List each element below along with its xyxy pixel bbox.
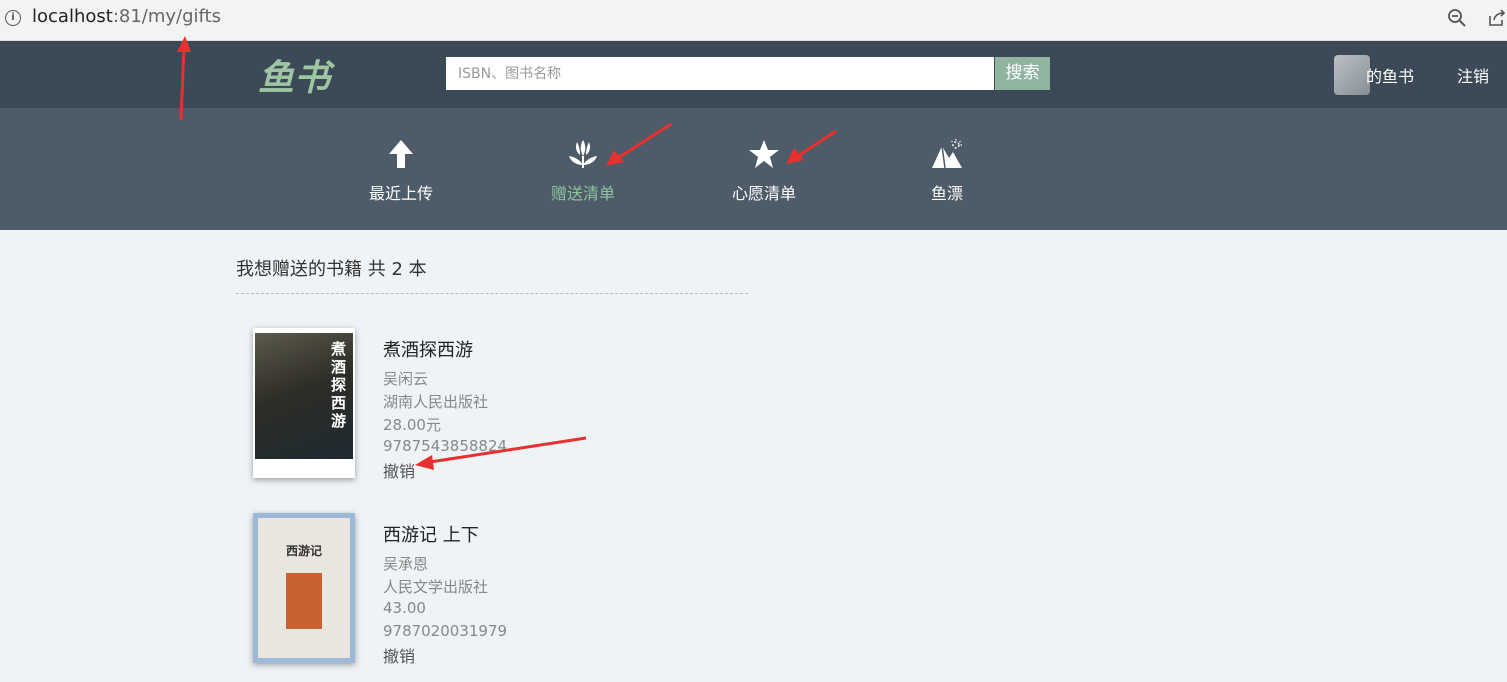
book-price: 43.00 <box>383 599 426 617</box>
share-icon[interactable] <box>1487 8 1507 28</box>
search-input[interactable] <box>446 57 994 90</box>
info-icon[interactable]: i <box>5 10 21 26</box>
site-logo[interactable]: 鱼书 <box>258 49 330 101</box>
site-header: 鱼书 搜索 的鱼书 注销 <box>0 41 1507 108</box>
book-price: 28.00元 <box>383 416 441 434</box>
nav-label: 心愿清单 <box>731 184 796 203</box>
mountain-icon <box>932 139 962 169</box>
book-publisher: 湖南人民出版社 <box>383 393 489 411</box>
star-icon <box>749 140 779 168</box>
url-path: :81/my/gifts <box>112 6 221 27</box>
revoke-button[interactable]: 撤销 <box>383 458 415 482</box>
book-publisher: 人民文学出版社 <box>383 578 489 596</box>
revoke-button[interactable]: 撤销 <box>383 643 415 667</box>
flower-icon <box>569 140 597 168</box>
book-isbn: 9787020031979 <box>383 622 508 640</box>
book-isbn: 9787543858824 <box>383 437 508 455</box>
book-item: 煮酒探西游 煮酒探西游 吴闲云 湖南人民出版社 28.00元 978754385… <box>253 328 853 488</box>
book-cover[interactable]: 西游记 <box>253 513 355 663</box>
my-books-link[interactable]: 的鱼书 <box>1366 63 1414 87</box>
url-host: localhost <box>32 6 113 27</box>
cover-title: 煮酒探西游 <box>331 340 347 430</box>
url-text[interactable]: localhost:81/my/gifts <box>32 6 221 27</box>
browser-address-bar[interactable]: i localhost:81/my/gifts <box>0 0 1507 41</box>
logout-link[interactable]: 注销 <box>1457 63 1489 87</box>
divider <box>236 293 748 294</box>
book-item: 西游记 西游记 上下 吴承恩 人民文学出版社 43.00 97870200319… <box>253 513 853 673</box>
search-button[interactable]: 搜索 <box>995 57 1050 90</box>
nav-item-gift-list[interactable]: 赠送清单 <box>523 108 643 230</box>
book-cover[interactable]: 煮酒探西游 <box>253 328 355 478</box>
book-title[interactable]: 西游记 上下 <box>383 521 479 547</box>
nav-item-recent-uploads[interactable]: 最近上传 <box>341 108 461 230</box>
main-nav: 最近上传 赠送清单 心愿清单 鱼漂 <box>0 108 1507 230</box>
book-author: 吴闲云 <box>383 370 429 388</box>
upload-arrow-icon <box>389 140 413 168</box>
nav-label: 最近上传 <box>368 184 433 203</box>
book-title[interactable]: 煮酒探西游 <box>383 336 473 362</box>
cover-title: 西游记 <box>285 544 322 558</box>
page-title: 我想赠送的书籍 共 2 本 <box>236 259 427 280</box>
nav-label: 鱼漂 <box>930 184 963 203</box>
book-author: 吴承恩 <box>383 555 429 573</box>
nav-item-wish-list[interactable]: 心愿清单 <box>704 108 824 230</box>
nav-item-float[interactable]: 鱼漂 <box>887 108 1007 230</box>
cover-art <box>286 573 322 629</box>
cover-paper: 西游记 <box>258 518 350 658</box>
zoom-icon[interactable] <box>1447 8 1467 28</box>
nav-label: 赠送清单 <box>550 184 615 203</box>
avatar <box>1334 55 1370 95</box>
